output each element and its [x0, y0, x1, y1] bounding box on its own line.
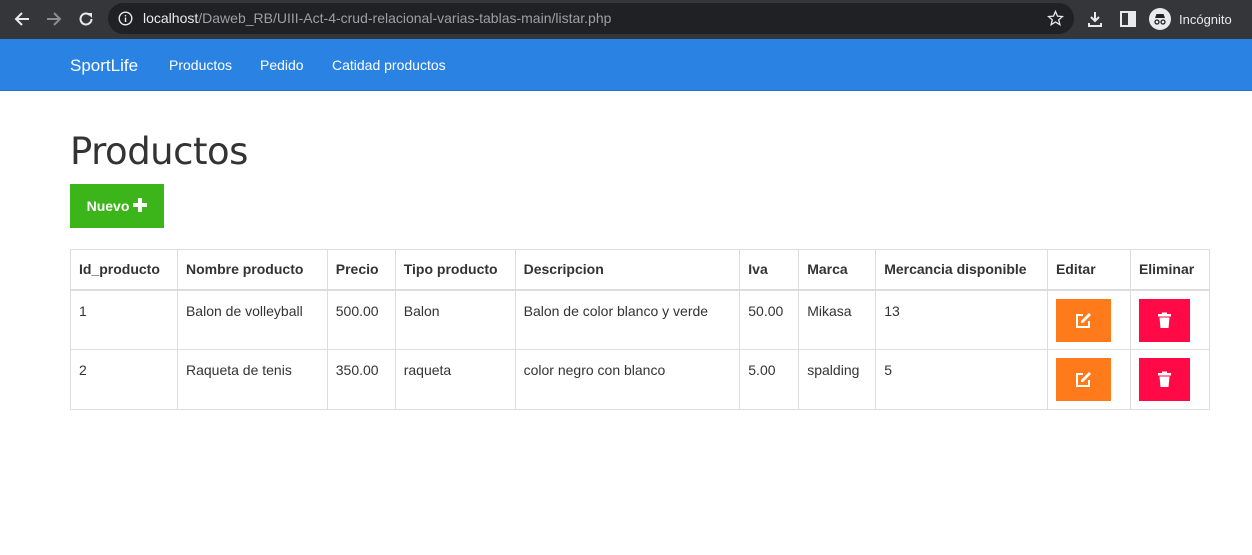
column-header: Descripcion: [514, 249, 741, 291]
browser-toolbar: localhost/Daweb_RB/UIII-Act-4-crud-relac…: [0, 0, 1252, 39]
cell-eliminar: [1129, 349, 1211, 410]
cell-marca: spalding: [798, 349, 877, 410]
cell-mercancia: 13: [875, 289, 1048, 350]
cell-precio: 350.00: [326, 349, 396, 410]
url-host: localhost: [143, 10, 199, 26]
cell-mercancia: 5: [875, 349, 1048, 410]
trash-icon: [1157, 371, 1171, 387]
edit-button[interactable]: [1055, 358, 1111, 401]
incognito-label: Incógnito: [1179, 11, 1232, 27]
side-panel-icon[interactable]: [1119, 10, 1137, 28]
column-header: Nombre producto: [176, 249, 328, 291]
cell-id: 2: [70, 349, 178, 410]
address-bar[interactable]: localhost/Daweb_RB/UIII-Act-4-crud-relac…: [108, 3, 1074, 34]
url-path: /Daweb_RB/UIII-Act-4-crud-relacional-var…: [198, 10, 612, 26]
incognito-icon: [1149, 8, 1171, 30]
cell-marca: Mikasa: [798, 289, 877, 350]
trash-icon: [1157, 312, 1171, 328]
column-header: Mercancia disponible: [875, 249, 1048, 291]
cell-iva: 5.00: [739, 349, 800, 410]
edit-icon: [1075, 372, 1091, 387]
cell-descripcion: Balon de color blanco y verde: [514, 289, 741, 350]
cell-tipo: Balon: [394, 289, 516, 350]
column-header: Precio: [326, 249, 396, 291]
reload-icon[interactable]: [75, 8, 97, 30]
column-header: Iva: [739, 249, 800, 291]
delete-button[interactable]: [1138, 298, 1190, 342]
back-icon[interactable]: [11, 8, 33, 30]
column-header: Editar: [1046, 249, 1131, 291]
plus-icon: [133, 197, 148, 215]
new-button-label: Nuevo: [86, 198, 130, 214]
column-header: Marca: [798, 249, 877, 291]
cell-eliminar: [1129, 289, 1211, 350]
delete-button[interactable]: [1138, 358, 1190, 401]
app-navbar: SportLife Productos Pedido Catidad produ…: [0, 39, 1252, 91]
incognito-indicator[interactable]: Incógnito: [1147, 6, 1242, 32]
download-icon[interactable]: [1085, 9, 1105, 29]
cell-precio: 500.00: [326, 289, 396, 350]
nav-link-cantidad-productos[interactable]: Catidad productos: [332, 57, 446, 73]
nav-link-pedido[interactable]: Pedido: [260, 57, 304, 73]
cell-editar: [1046, 349, 1131, 410]
brand-logo[interactable]: SportLife: [70, 56, 138, 76]
edit-button[interactable]: [1055, 298, 1111, 342]
column-header: Tipo producto: [394, 249, 516, 291]
table-row: 1 Balon de volleyball 500.00 Balon Balon…: [70, 289, 1211, 350]
column-header: Id_producto: [70, 249, 178, 291]
table-row: 2 Raqueta de tenis 350.00 raqueta color …: [70, 349, 1211, 410]
cell-nombre: Raqueta de tenis: [176, 349, 328, 410]
url-text: localhost/Daweb_RB/UIII-Act-4-crud-relac…: [143, 10, 611, 26]
bookmark-star-icon[interactable]: [1047, 10, 1064, 27]
edit-icon: [1075, 312, 1091, 328]
forward-icon[interactable]: [43, 8, 65, 30]
column-header: Eliminar: [1129, 249, 1211, 291]
cell-id: 1: [70, 289, 178, 350]
nav-link-productos[interactable]: Productos: [169, 57, 232, 73]
cell-editar: [1046, 289, 1131, 350]
products-table: Id_producto Nombre producto Precio Tipo …: [70, 249, 1211, 410]
cell-nombre: Balon de volleyball: [176, 289, 328, 350]
page-title: Productos: [70, 130, 248, 173]
cell-tipo: raqueta: [394, 349, 516, 410]
site-info-icon[interactable]: [118, 11, 133, 26]
new-product-button[interactable]: Nuevo: [70, 184, 164, 228]
table-header-row: Id_producto Nombre producto Precio Tipo …: [70, 249, 1211, 291]
cell-descripcion: color negro con blanco: [514, 349, 741, 410]
cell-iva: 50.00: [739, 289, 800, 350]
